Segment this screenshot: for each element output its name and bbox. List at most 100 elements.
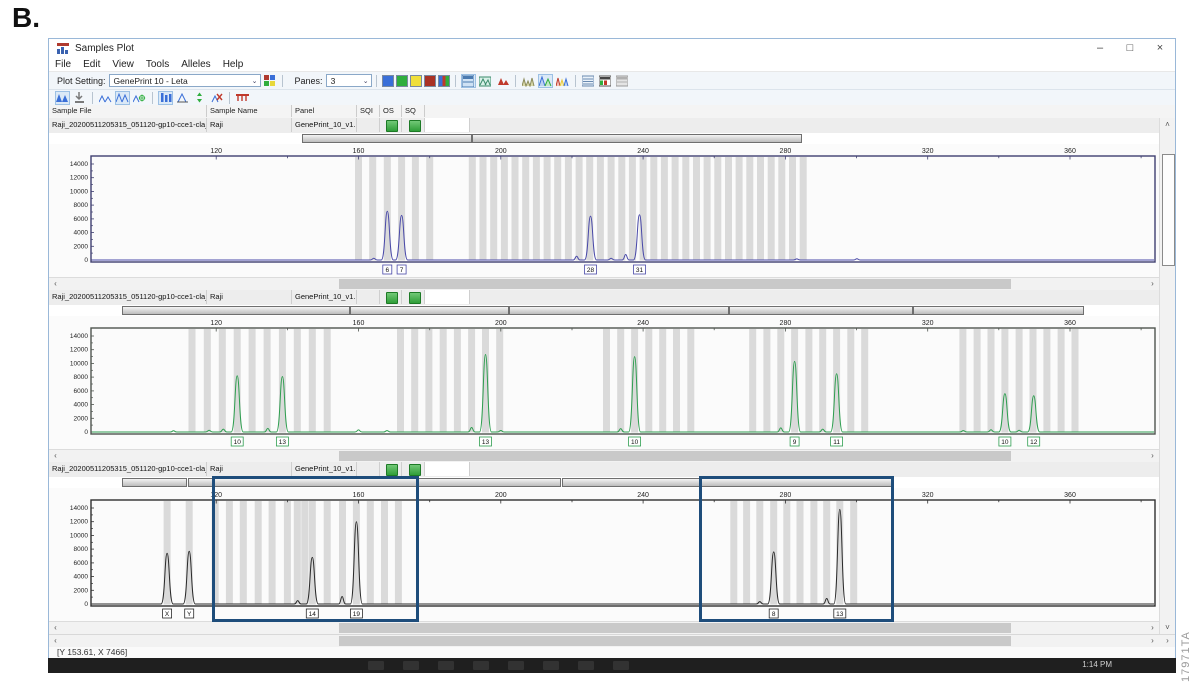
windows-taskbar[interactable]: 1:14 PM [48,658,1176,673]
allele-call-label: 7 [400,267,404,274]
single-peak-icon[interactable] [175,91,190,105]
histogram-blue-green-icon[interactable] [538,74,553,88]
marker-band-amel[interactable]: AMEL [122,478,187,487]
green-up-down-arrows-icon[interactable] [192,91,207,105]
peaks-settings-icon[interactable] [132,91,147,105]
dye-green-swatch[interactable] [396,75,408,87]
plot-area[interactable]: 1201602002402803203600200040006000800010… [49,144,1159,277]
dye-red-swatch[interactable] [424,75,436,87]
allele-bin [186,501,193,605]
sample-row[interactable]: Raji_20200511205315_051120-gp10-cce1-cla… [49,118,1159,134]
sample-row[interactable]: Raji_20200511205315_051120-gp10-cce1-cla… [49,290,1159,306]
scroll-up-arrow[interactable]: ˄ [1160,118,1175,131]
histogram-multi-icon[interactable] [555,74,570,88]
pane-horizontal-scrollbar[interactable]: ‹ › [49,621,1159,634]
panes-combobox[interactable]: 3 ⌄ [326,74,372,87]
scroll-right-arrow[interactable]: › [1146,622,1159,634]
maximize-button[interactable]: □ [1115,39,1145,58]
taskbar-icon[interactable] [403,661,419,670]
scroll-right-arrow[interactable]: › [1146,450,1159,462]
twin-peaks-icon[interactable] [55,91,70,105]
red-triangles-icon[interactable] [495,74,510,88]
allele-bin [425,329,432,433]
genotypes-table-icon[interactable] [478,74,493,88]
allele-bin [768,157,775,261]
arrow-down-baseline-icon[interactable] [72,91,87,105]
marker-band-d7s820[interactable]: D7S820 [509,306,729,315]
palette-icon[interactable] [262,74,277,88]
column-header-sqi[interactable]: SQI [357,105,380,117]
list-view-icon[interactable] [581,74,596,88]
pane-horizontal-scrollbar[interactable]: ‹ › [49,449,1159,462]
menu-alleles[interactable]: Alleles [175,59,216,70]
allele-bin [640,157,647,261]
vertical-scrollbar[interactable]: ˄ ˅ [1159,118,1175,634]
red-x-peak-icon[interactable] [209,91,224,105]
pane-horizontal-scrollbar[interactable]: ‹ › [49,277,1159,290]
column-header-sample-name[interactable]: Sample Name [207,105,292,117]
scroll-left-arrow[interactable]: ‹ [49,450,62,462]
menu-help[interactable]: Help [217,59,250,70]
column-header-row: Sample FileSample NamePanelSQIOSSQ [49,105,1175,119]
menu-edit[interactable]: Edit [77,59,106,70]
red-comb-icon[interactable] [235,91,250,105]
samples-table-icon[interactable] [461,74,476,88]
horizontal-scroll-thumb[interactable] [339,279,1011,289]
vertical-scroll-thumb[interactable] [1162,154,1175,266]
scroll-right-arrow[interactable]: › [1161,635,1174,647]
taskbar-icon[interactable] [473,661,489,670]
marker-band-csf1po[interactable]: CSF1PO [913,306,1084,315]
menu-view[interactable]: View [106,59,140,70]
global-horizontal-scrollbar[interactable]: ‹ › › [49,634,1175,647]
scroll-down-arrow[interactable]: ˅ [1160,621,1175,634]
dye-all-swatch[interactable] [438,75,450,87]
menu-file[interactable]: File [49,59,77,70]
marker-band-d13s317[interactable]: D13S317 [350,306,508,315]
x-tick-label: 360 [1064,320,1076,327]
colored-table-icon[interactable] [598,74,613,88]
allele-bin [659,329,666,433]
plot-area[interactable]: 1201602002402803203600200040006000800010… [49,316,1159,449]
small-peaks-outline-icon[interactable] [98,91,113,105]
taskbar-icon[interactable] [368,661,384,670]
marker-band-d16s539[interactable]: D16S539 [729,306,913,315]
minimize-button[interactable]: – [1085,39,1115,58]
plot-setting-combobox[interactable]: GenePrint 10 - Leta ⌄ [109,74,261,87]
column-header-panel[interactable]: Panel [292,105,357,117]
taskbar-icon[interactable] [578,661,594,670]
horizontal-scroll-thumb[interactable] [339,636,1011,646]
column-header-sample-file[interactable]: Sample File [49,105,207,117]
bar-columns-icon[interactable] [158,91,173,105]
dye-yellow-swatch[interactable] [410,75,422,87]
scroll-right-arrow[interactable]: › [1146,635,1159,647]
marker-band-d21s11[interactable]: D21S11 [472,134,802,143]
scroll-left-arrow[interactable]: ‹ [49,635,62,647]
horizontal-scroll-thumb[interactable] [339,451,1011,461]
allele-bin [974,329,981,433]
scroll-left-arrow[interactable]: ‹ [49,278,62,290]
column-header-os[interactable]: OS [380,105,402,117]
x-tick-label: 240 [637,148,649,155]
taskbar-icon[interactable] [543,661,559,670]
menu-tools[interactable]: Tools [140,59,175,70]
taskbar-icon[interactable] [508,661,524,670]
scroll-right-arrow[interactable]: › [1146,278,1159,290]
horizontal-scroll-thumb[interactable] [339,623,1011,633]
marker-band-th01[interactable]: TH01 [302,134,471,143]
taskbar-icon[interactable] [438,661,454,670]
allele-bin [533,157,540,261]
title-bar[interactable]: Samples Plot – □ × [49,39,1175,58]
marker-band-d5s818[interactable]: D5S818 [122,306,351,315]
dye-blue-swatch[interactable] [382,75,394,87]
disabled-table-icon[interactable] [615,74,630,88]
allele-bin [861,329,868,433]
close-button[interactable]: × [1145,39,1175,58]
taskbar-icon[interactable] [613,661,629,670]
y-tick-label: 10000 [70,188,88,195]
histogram-gray-icon[interactable] [521,74,536,88]
allele-bin [959,329,966,433]
boxed-peaks-icon[interactable] [115,91,130,105]
scroll-left-arrow[interactable]: ‹ [49,622,62,634]
sq-cell [402,290,425,304]
column-header-sq[interactable]: SQ [402,105,425,117]
